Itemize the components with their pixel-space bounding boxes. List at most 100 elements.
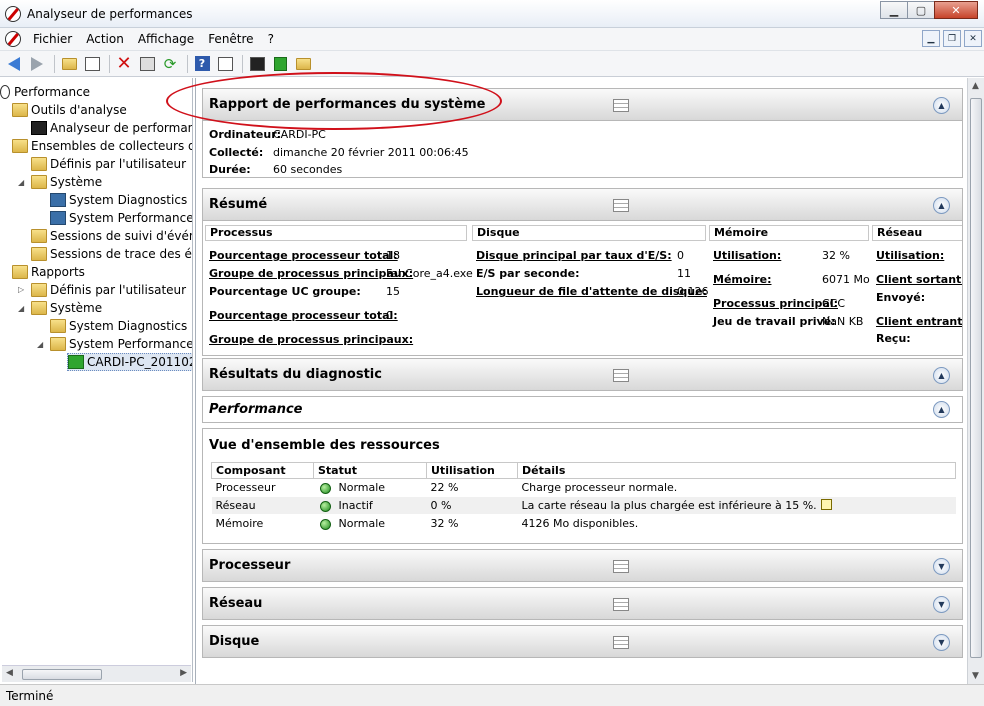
table-view-icon[interactable]: [613, 199, 629, 212]
tree-item-definis-collecteurs[interactable]: Définis par l'utilisateur: [31, 155, 186, 173]
table-view-icon[interactable]: [613, 560, 629, 573]
properties-icon[interactable]: [215, 54, 235, 74]
expand-arrow-icon[interactable]: ◢: [37, 340, 43, 349]
expand-icon[interactable]: ▼: [933, 558, 950, 575]
help-icon[interactable]: ?: [192, 54, 212, 74]
tree-item-rapports[interactable]: Rapports: [12, 263, 85, 281]
monitor-icon[interactable]: [247, 54, 267, 74]
report-vertical-scrollbar[interactable]: ▲ ▼: [967, 78, 984, 684]
resources-box: Vue d'ensemble des ressources Composant …: [202, 428, 963, 544]
mem-usage-link[interactable]: Utilisation:: [713, 249, 781, 262]
cell-details: 4126 Mo disponibles.: [517, 514, 956, 532]
expand-arrow-icon[interactable]: ▷: [18, 285, 24, 294]
scroll-down-icon[interactable]: ▼: [972, 671, 979, 681]
proc-group-link[interactable]: Groupe de processus principaux:: [209, 267, 413, 280]
refresh-icon[interactable]: ⟳: [160, 54, 180, 74]
tree-horizontal-scrollbar[interactable]: ◀ ▶: [2, 665, 191, 682]
tree-item-report-selected[interactable]: CARDI-PC_2011022: [67, 353, 192, 371]
net-in-link[interactable]: Client entrant le p: [876, 315, 962, 328]
scroll-up-icon[interactable]: ▲: [972, 81, 979, 91]
tree-item-sessions-trace[interactable]: Sessions de trace des évén: [31, 245, 192, 263]
minimize-button[interactable]: ▁: [880, 1, 908, 19]
tree-item-systeme-rapports[interactable]: Système: [31, 299, 102, 317]
mem-process-link[interactable]: Processus principal:: [713, 297, 838, 310]
table-view-icon[interactable]: [613, 99, 629, 112]
tree-item-systeme-collecteurs[interactable]: Système: [31, 173, 102, 191]
table-view-icon[interactable]: [613, 598, 629, 611]
perfmon-app-icon: [5, 5, 21, 22]
folder-icon: [12, 103, 28, 117]
tree-item-report-performance[interactable]: System Performance: [50, 335, 192, 353]
performance-header-bar[interactable]: Performance ▲: [202, 396, 963, 423]
proc-group2-link[interactable]: Groupe de processus principaux:: [209, 333, 413, 346]
menu-fichier[interactable]: Fichier: [31, 32, 74, 46]
status-text: Normale: [338, 517, 386, 530]
status-text: Normale: [338, 481, 386, 494]
net-usage-link[interactable]: Utilisation:: [876, 249, 944, 262]
disque-header-bar[interactable]: Disque ▼: [202, 625, 963, 658]
collecte-value: dimanche 20 février 2011 00:06:45: [273, 146, 469, 159]
menu-affichage[interactable]: Affichage: [136, 32, 196, 46]
table-view-icon[interactable]: [613, 369, 629, 382]
tree-item-outils[interactable]: Outils d'analyse: [12, 101, 127, 119]
tree-item-definis-rapports[interactable]: Définis par l'utilisateur: [31, 281, 186, 299]
disque-title: Disque: [209, 634, 260, 649]
proc-total-link[interactable]: Pourcentage processeur total:: [209, 249, 398, 262]
folder-icon: [31, 157, 47, 171]
forward-arrow-icon[interactable]: [27, 54, 47, 74]
tree-item-ensembles[interactable]: Ensembles de collecteurs de d: [12, 137, 192, 155]
folder-icon: [31, 175, 47, 189]
menu-app-icon[interactable]: [5, 31, 21, 47]
menu-help[interactable]: ?: [266, 32, 276, 46]
print-icon[interactable]: [137, 54, 157, 74]
back-arrow-icon[interactable]: [4, 54, 24, 74]
scroll-right-icon[interactable]: ▶: [180, 668, 187, 678]
menu-action[interactable]: Action: [84, 32, 126, 46]
tree-item-report-diagnostics[interactable]: System Diagnostics: [50, 317, 187, 335]
scrollbar-thumb[interactable]: [22, 669, 102, 680]
net-out-link[interactable]: Client sortant le pl: [876, 273, 962, 286]
tree-item-analyseur[interactable]: Analyseur de performance: [31, 119, 192, 137]
disk-io-link[interactable]: Disque principal par taux d'E/S:: [476, 249, 672, 262]
collapse-icon[interactable]: ▲: [933, 401, 950, 418]
collapse-icon[interactable]: ▲: [933, 197, 950, 214]
maximize-button[interactable]: ▢: [907, 1, 935, 19]
scroll-left-icon[interactable]: ◀: [6, 668, 13, 678]
mdi-close-button[interactable]: ✕: [964, 30, 982, 47]
tree-item-sessions-suivi[interactable]: Sessions de suivi d'événen: [31, 227, 192, 245]
report-icon[interactable]: [270, 54, 290, 74]
collapse-icon[interactable]: ▲: [933, 367, 950, 384]
expand-arrow-icon[interactable]: ◢: [18, 304, 24, 313]
diagnostic-header-bar[interactable]: Résultats du diagnostic ▲: [202, 358, 963, 391]
close-button[interactable]: ✕: [934, 1, 978, 19]
mdi-minimize-button[interactable]: ▁: [922, 30, 940, 47]
mem-process-value: CCC: [822, 297, 846, 310]
th-composant: Composant: [211, 462, 314, 479]
expand-icon[interactable]: ▼: [933, 634, 950, 651]
folder-up-icon[interactable]: [59, 54, 79, 74]
scrollbar-thumb[interactable]: [970, 98, 982, 658]
tree-label: System Diagnostics (D: [69, 193, 193, 207]
reseau-header-bar[interactable]: Réseau ▼: [202, 587, 963, 620]
proc-total2-link[interactable]: Pourcentage processeur total:: [209, 309, 398, 322]
table-view-icon[interactable]: [613, 636, 629, 649]
tree-item-performance[interactable]: Performance: [0, 83, 90, 101]
tree-item-system-performance[interactable]: System Performance (I: [50, 209, 192, 227]
tree-item-system-diagnostics[interactable]: System Diagnostics (D: [50, 191, 193, 209]
collapse-icon[interactable]: ▲: [933, 97, 950, 114]
expand-arrow-icon[interactable]: ◢: [18, 178, 24, 187]
resources-title: Vue d'ensemble des ressources: [209, 438, 440, 453]
menu-fenetre[interactable]: Fenêtre: [206, 32, 255, 46]
disk-queue-link[interactable]: Longueur de file d'attente de disque:: [476, 285, 707, 298]
report-header-bar[interactable]: Rapport de performances du système ▲: [202, 88, 963, 121]
folder-icon[interactable]: [293, 54, 313, 74]
mem-memoire-link[interactable]: Mémoire:: [713, 273, 771, 286]
note-icon[interactable]: [820, 499, 832, 510]
delete-icon[interactable]: ✕: [114, 54, 134, 74]
disk-es-label: E/S par seconde:: [476, 267, 580, 280]
console-tree-icon[interactable]: [82, 54, 102, 74]
mdi-restore-button[interactable]: ❐: [943, 30, 961, 47]
expand-icon[interactable]: ▼: [933, 596, 950, 613]
processeur-header-bar[interactable]: Processeur ▼: [202, 549, 963, 582]
resume-header-bar[interactable]: Résumé ▲: [202, 188, 963, 221]
